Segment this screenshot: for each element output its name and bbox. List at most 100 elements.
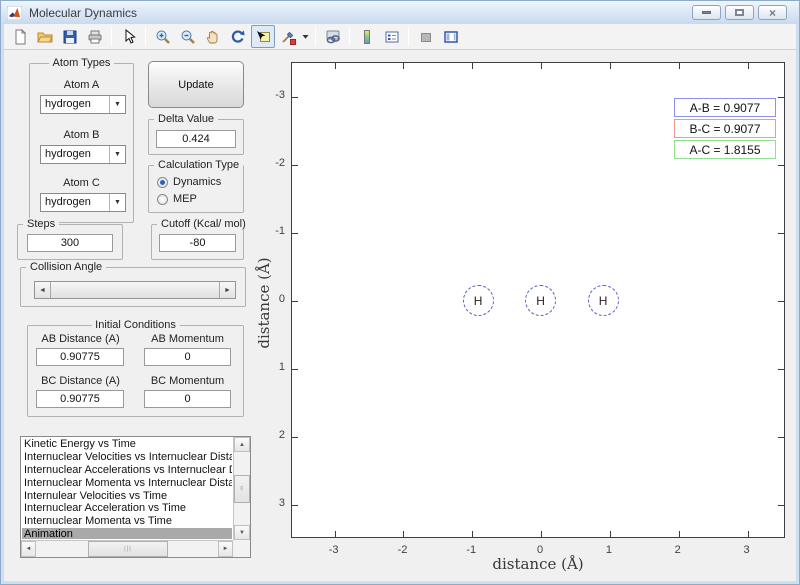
- pointer-icon: [125, 28, 136, 44]
- bc-distance-input[interactable]: 0.90775: [36, 390, 124, 408]
- panel-title: Delta Value: [154, 113, 219, 125]
- chevron-down-icon[interactable]: ▼: [109, 96, 125, 113]
- ab-momentum-input[interactable]: 0: [144, 348, 231, 366]
- x-tick: [334, 63, 336, 69]
- toolbar-separator: [111, 27, 112, 46]
- x-tick: [541, 63, 543, 69]
- atom-b-select[interactable]: hydrogen ▼: [40, 145, 126, 164]
- brush-icon: [281, 31, 296, 45]
- x-tick-label: 2: [674, 544, 681, 556]
- insert-legend-button[interactable]: [380, 25, 404, 48]
- y-tick: [292, 233, 298, 234]
- zoom-in-button[interactable]: [151, 25, 175, 48]
- distance-readout[interactable]: A-C = 1.8155: [674, 140, 776, 159]
- legend-icon: [385, 31, 398, 42]
- atom-marker: H: [462, 285, 494, 317]
- radio-mep[interactable]: MEP: [157, 193, 197, 205]
- new-file-button[interactable]: [8, 25, 32, 48]
- y-tick: [292, 301, 298, 303]
- scroll-right-button[interactable]: ►: [218, 541, 233, 557]
- y-tick: [778, 301, 784, 303]
- close-button[interactable]: ×: [758, 5, 787, 20]
- list-item[interactable]: Internuclear Velocities vs Internuclear …: [22, 451, 232, 464]
- radio-unselected-icon: [157, 193, 168, 205]
- y-tick-label: -3: [275, 89, 285, 101]
- slider-thumb[interactable]: [51, 282, 221, 298]
- x-tick-label: 3: [743, 544, 750, 556]
- horizontal-scroll-thumb[interactable]: |||: [88, 541, 168, 557]
- pointer-button[interactable]: [117, 25, 141, 48]
- show-plot-tools-button[interactable]: [439, 25, 463, 48]
- list-item[interactable]: Internuclear Accelerations vs Internucle…: [22, 464, 232, 477]
- atom-c-value: hydrogen: [45, 196, 91, 208]
- panel-title: Collision Angle: [26, 261, 107, 273]
- zoom-out-button[interactable]: [176, 25, 200, 48]
- brush-dropdown-button[interactable]: [300, 25, 311, 48]
- delta-value-input[interactable]: 0.424: [156, 130, 236, 148]
- print-button[interactable]: [83, 25, 107, 48]
- link-icon: [326, 30, 340, 43]
- slider-right-arrow[interactable]: ►: [219, 282, 235, 298]
- restore-button[interactable]: [725, 5, 754, 20]
- list-item[interactable]: Kinetic Energy vs Time: [22, 438, 232, 451]
- data-cursor-icon: [256, 30, 270, 42]
- x-tick: [403, 63, 405, 69]
- y-tick-label: -2: [275, 157, 285, 169]
- collision-angle-slider[interactable]: ◄ ►: [34, 281, 236, 299]
- chevron-down-icon[interactable]: ▼: [109, 146, 125, 163]
- save-button[interactable]: [58, 25, 82, 48]
- calculation-type-panel: Calculation Type: [148, 159, 244, 213]
- panel-title: Atom Types: [48, 57, 115, 69]
- insert-colorbar-button[interactable]: [355, 25, 379, 48]
- rotate-3d-button[interactable]: [226, 25, 250, 48]
- atom-c-select[interactable]: hydrogen ▼: [40, 193, 126, 212]
- chevron-down-icon[interactable]: ▼: [109, 194, 125, 211]
- scroll-up-button[interactable]: ▲: [234, 437, 250, 452]
- distance-readout[interactable]: B-C = 0.9077: [674, 119, 776, 138]
- panel-title: Initial Conditions: [91, 319, 180, 331]
- list-item[interactable]: Internuclear Acceleration vs Time: [22, 502, 232, 515]
- open-file-button[interactable]: [33, 25, 57, 48]
- y-tick: [292, 97, 298, 98]
- radio-dynamics-label: Dynamics: [173, 176, 222, 188]
- zoom-out-icon: [181, 30, 195, 44]
- show-plot-tools-icon: [443, 30, 458, 43]
- toolbar: [4, 24, 796, 50]
- open-folder-icon: [36, 32, 53, 42]
- cutoff-input[interactable]: -80: [159, 234, 236, 252]
- data-cursor-button[interactable]: [250, 25, 275, 48]
- x-tick: [541, 531, 543, 537]
- steps-input[interactable]: 300: [27, 234, 113, 252]
- vertical-scrollbar[interactable]: ▲ ≡ ▼: [233, 437, 250, 540]
- hide-plot-tools-button[interactable]: [414, 25, 438, 48]
- link-plot-button[interactable]: [321, 25, 345, 48]
- update-button[interactable]: Update: [148, 61, 244, 108]
- list-item[interactable]: Internulear Velocities vs Time: [22, 490, 232, 503]
- y-tick: [778, 369, 784, 371]
- minimize-button[interactable]: [692, 5, 721, 20]
- x-tick: [678, 63, 680, 69]
- atom-marker: H: [587, 285, 619, 317]
- brush-button[interactable]: [276, 25, 300, 48]
- list-item[interactable]: Internuclear Momenta vs Internuclear Dis…: [22, 477, 232, 490]
- y-tick: [778, 437, 784, 439]
- atom-a-select[interactable]: hydrogen ▼: [40, 95, 126, 114]
- scroll-left-button[interactable]: ◄: [21, 541, 36, 557]
- plot-type-listbox[interactable]: Kinetic Energy vs Time Internuclear Veloc…: [20, 436, 251, 558]
- hide-plot-tools-icon: [420, 32, 431, 42]
- vertical-scroll-thumb[interactable]: ≡: [234, 475, 250, 503]
- slider-left-arrow[interactable]: ◄: [35, 282, 51, 298]
- horizontal-scrollbar[interactable]: ◄ ||| ►: [21, 540, 233, 557]
- plot-axes[interactable]: A-B = 0.9077 B-C = 0.9077 A-C = 1.8155 HHH: [291, 62, 785, 538]
- atom-c-label: Atom C: [63, 177, 100, 189]
- distance-readout[interactable]: A-B = 0.9077: [674, 98, 776, 117]
- list-item[interactable]: Animation: [22, 528, 232, 539]
- bc-momentum-input[interactable]: 0: [144, 390, 231, 408]
- y-tick: [292, 505, 298, 507]
- pan-button[interactable]: [201, 25, 225, 48]
- ab-distance-input[interactable]: 0.90775: [36, 348, 124, 366]
- scroll-down-button[interactable]: ▼: [234, 525, 250, 540]
- list-item[interactable]: Internuclear Momenta vs Time: [22, 515, 232, 528]
- atom-a-label: Atom A: [63, 79, 100, 91]
- radio-dynamics[interactable]: Dynamics: [157, 176, 221, 188]
